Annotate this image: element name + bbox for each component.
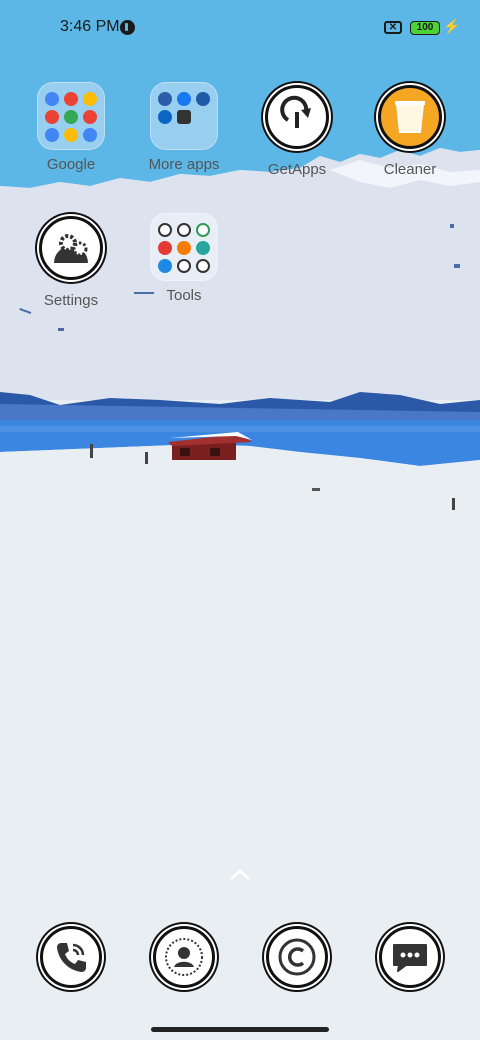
copyright-app-icon bbox=[278, 938, 316, 976]
tools-folder-icon bbox=[150, 213, 218, 281]
google-folder-icon bbox=[37, 82, 105, 150]
app-drawer-chevron-icon[interactable] bbox=[228, 866, 252, 882]
app-cleaner[interactable]: Cleaner bbox=[360, 82, 460, 178]
app-tools-folder[interactable]: Tools bbox=[134, 213, 234, 304]
app-more-apps-folder[interactable]: More apps bbox=[134, 82, 234, 173]
app-getapps[interactable]: GetApps bbox=[247, 82, 347, 178]
contacts-icon bbox=[165, 938, 203, 976]
download-arrow-icon bbox=[265, 85, 329, 149]
phone-icon bbox=[57, 943, 86, 972]
no-sim-icon: ✕ bbox=[384, 21, 402, 34]
app-label: Google bbox=[46, 156, 96, 173]
status-bar: 3:46 PM ✕ 100 ⚡ bbox=[0, 0, 480, 56]
messages-icon bbox=[393, 944, 427, 972]
dock-phone[interactable] bbox=[40, 926, 102, 988]
dock-browser[interactable] bbox=[266, 926, 328, 988]
dock-contacts[interactable] bbox=[153, 926, 215, 988]
trash-bin-icon bbox=[378, 85, 442, 149]
battery-icon: 100 bbox=[410, 21, 440, 35]
app-settings[interactable]: Settings bbox=[21, 213, 121, 309]
gears-icon bbox=[39, 216, 103, 280]
app-label: Tools bbox=[166, 287, 202, 304]
app-label: More apps bbox=[148, 156, 220, 173]
status-time: 3:46 PM bbox=[60, 18, 120, 35]
charging-bolt-icon: ⚡ bbox=[443, 18, 461, 34]
app-label: GetApps bbox=[267, 161, 327, 178]
app-notification-icon bbox=[120, 20, 135, 35]
app-label: Cleaner bbox=[383, 161, 437, 178]
app-label: Settings bbox=[43, 292, 99, 309]
home-indicator[interactable] bbox=[151, 1027, 329, 1032]
more-apps-folder-icon bbox=[150, 82, 218, 150]
dock-messages[interactable] bbox=[379, 926, 441, 988]
app-google-folder[interactable]: Google bbox=[21, 82, 121, 173]
